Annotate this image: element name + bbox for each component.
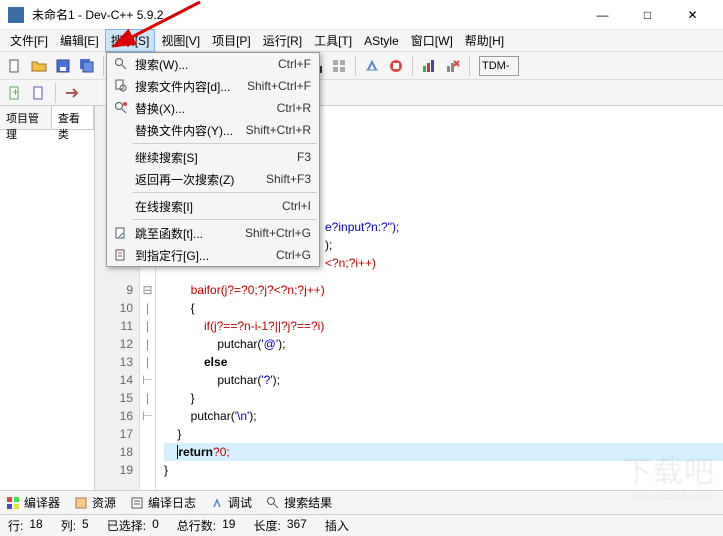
menu-project[interactable]: 项目[P] — [206, 29, 257, 52]
menu-window[interactable]: 窗口[W] — [405, 29, 459, 52]
menu-item-search-files[interactable]: 搜索文件内容[d]... Shift+Ctrl+F — [107, 75, 319, 97]
menu-item-replace[interactable]: 替换(X)... Ctrl+R — [107, 97, 319, 119]
tab-debug[interactable]: 调试 — [210, 494, 252, 511]
menu-item-goto-line[interactable]: 到指定行[G]... Ctrl+G — [107, 244, 319, 266]
menu-separator — [133, 143, 317, 144]
bottom-panel-tabs: 编译器 资源 编译日志 调试 搜索结果 — [0, 490, 723, 514]
status-insert-mode: 插入 — [325, 517, 349, 534]
menu-item-search-next[interactable]: 继续搜索[S] F3 — [107, 146, 319, 168]
close-button[interactable]: ✕ — [670, 1, 715, 29]
tab-compile-log[interactable]: 编译日志 — [130, 494, 196, 511]
search-icon — [111, 57, 131, 71]
menu-item-search-online[interactable]: 在线搜索[I] Ctrl+I — [107, 195, 319, 217]
status-sel-label: 已选择: — [107, 517, 146, 534]
save-button[interactable] — [52, 55, 74, 77]
compiler-select[interactable]: TDM- — [479, 56, 519, 76]
goto-function-icon — [111, 226, 131, 240]
menu-separator — [133, 192, 317, 193]
goto-button[interactable] — [61, 82, 83, 104]
rebuild-button[interactable] — [328, 55, 350, 77]
debug-button[interactable] — [361, 55, 383, 77]
annotation-arrow — [50, 0, 210, 50]
delete-profile-button[interactable] — [442, 55, 464, 77]
status-row-value: 18 — [29, 517, 42, 534]
open-button[interactable] — [28, 55, 50, 77]
maximize-button[interactable]: □ — [625, 1, 670, 29]
svg-text:+: + — [12, 85, 19, 99]
status-col-value: 5 — [82, 517, 89, 534]
tab-resources[interactable]: 资源 — [74, 494, 116, 511]
goto-line-icon — [111, 248, 131, 262]
menu-run[interactable]: 运行[R] — [257, 29, 308, 52]
sidebar-tab-project[interactable]: 项目管理 — [0, 106, 52, 129]
search-menu-dropdown: 搜索(W)... Ctrl+F 搜索文件内容[d]... Shift+Ctrl+… — [106, 52, 320, 267]
new-class-button[interactable]: + — [4, 82, 26, 104]
status-total-label: 总行数: — [177, 517, 216, 534]
status-total-value: 19 — [222, 517, 235, 534]
status-row-label: 行: — [8, 517, 23, 534]
menu-astyle[interactable]: AStyle — [358, 31, 405, 51]
stop-button[interactable] — [385, 55, 407, 77]
menu-item-goto-function[interactable]: 跳至函数[t]... Shift+Ctrl+G — [107, 222, 319, 244]
menu-file[interactable]: 文件[F] — [4, 29, 54, 52]
menu-item-search-prev[interactable]: 返回再一次搜索(Z) Shift+F3 — [107, 168, 319, 190]
statusbar: 行: 18 列: 5 已选择: 0 总行数: 19 长度: 367 插入 — [0, 514, 723, 536]
status-sel-value: 0 — [152, 517, 159, 534]
menu-help[interactable]: 帮助[H] — [459, 29, 510, 52]
profile-button[interactable] — [418, 55, 440, 77]
tab-compiler[interactable]: 编译器 — [6, 494, 60, 511]
status-len-value: 367 — [287, 517, 307, 534]
replace-icon — [111, 101, 131, 115]
save-all-button[interactable] — [76, 55, 98, 77]
status-len-label: 长度: — [253, 517, 280, 534]
sidebar-tab-class[interactable]: 查看类 — [52, 106, 94, 129]
new-file-button[interactable] — [4, 55, 26, 77]
menu-separator — [133, 219, 317, 220]
minimize-button[interactable]: — — [580, 1, 625, 29]
menu-item-search[interactable]: 搜索(W)... Ctrl+F — [107, 53, 319, 75]
tab-search-results[interactable]: 搜索结果 — [266, 494, 332, 511]
app-icon — [8, 7, 24, 23]
status-col-label: 列: — [61, 517, 76, 534]
sidebar: 项目管理 查看类 — [0, 106, 95, 490]
search-file-icon — [111, 79, 131, 93]
menu-tools[interactable]: 工具[T] — [308, 29, 358, 52]
menu-item-replace-files[interactable]: 替换文件内容(Y)... Shift+Ctrl+R — [107, 119, 319, 141]
new-template-button[interactable] — [28, 82, 50, 104]
